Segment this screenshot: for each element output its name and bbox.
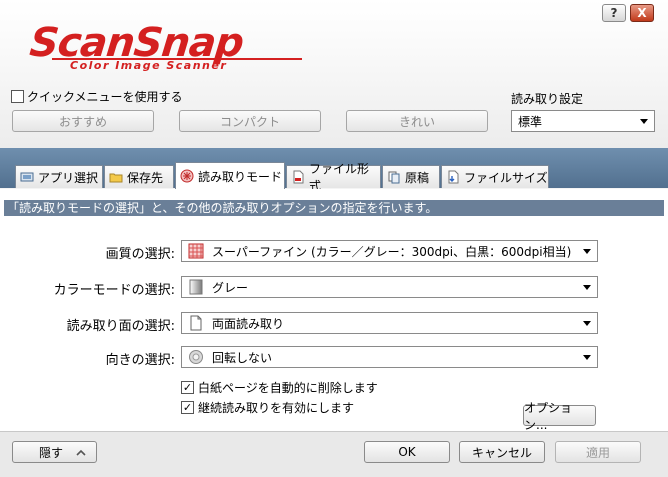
tab-file-size[interactable]: ファイルサイズ (441, 165, 549, 188)
scansnap-logo: ScanSnap Color Image Scanner (28, 20, 315, 74)
hide-button-label: 隠す (39, 445, 64, 460)
close-button[interactable]: X (630, 4, 654, 22)
apply-button[interactable]: 適用 (555, 441, 641, 463)
scan-side-select[interactable]: 両面読み取り (181, 312, 598, 334)
chevron-up-icon (76, 449, 86, 456)
file-format-icon (293, 170, 304, 184)
tab-app-select[interactable]: アプリ選択 (15, 165, 103, 188)
rotation-label: 向きの選択: (105, 353, 175, 368)
tab-scan-mode[interactable]: 読み取りモード (175, 162, 285, 189)
continuous-scan-checkbox[interactable]: ✓ (181, 401, 194, 414)
tab-label: アプリ選択 (38, 170, 99, 185)
app-select-icon (20, 172, 34, 182)
tab-label: 原稿 (405, 170, 430, 185)
tab-label: 保存先 (127, 170, 164, 185)
quick-menu-label: クイックメニューを使用する (27, 90, 183, 104)
recommended-button[interactable]: おすすめ (12, 110, 154, 132)
tab-save-location[interactable]: 保存先 (104, 165, 174, 188)
quick-menu-option[interactable]: クイックメニューを使用する (11, 88, 183, 105)
help-button[interactable]: ? (602, 4, 626, 22)
options-button[interactable]: オプション... (523, 401, 596, 432)
blank-page-removal-label: 白紙ページを自動的に削除します (198, 381, 378, 395)
scan-setting-select[interactable]: 標準 (511, 110, 655, 132)
file-size-icon (448, 170, 459, 184)
panel-description: 「読み取りモードの選択」と、その他の読み取りオプションの指定を行います。 (4, 200, 664, 216)
logo-tagline: Color Image Scanner (70, 59, 228, 72)
color-mode-select[interactable]: グレー (181, 276, 598, 298)
quality-label: 画質の選択: (105, 247, 175, 262)
rotation-value: 回転しない (212, 350, 273, 365)
folder-icon (109, 173, 123, 183)
quality-icon (188, 243, 204, 259)
cancel-button[interactable]: キャンセル (459, 441, 545, 463)
compact-button[interactable]: コンパクト (179, 110, 321, 132)
paper-icon (388, 171, 400, 184)
scan-side-value: 両面読み取り (212, 316, 285, 331)
quality-value: スーパーファイン (カラー／グレー：300dpi、白黒：600dpi相当) (212, 244, 572, 259)
color-mode-value: グレー (212, 280, 249, 295)
scansnap-settings-window: ? X ScanSnap Color Image Scanner クイックメニュ… (0, 0, 668, 477)
duplex-icon (190, 315, 202, 331)
scan-setting-label: 読み取り設定 (511, 92, 584, 106)
dropdown-arrow-icon (640, 119, 648, 124)
scan-side-label: 読み取り面の選択: (66, 319, 175, 334)
continuous-scan-option[interactable]: ✓ 継続読み取りを有効にします (181, 399, 354, 416)
color-mode-label: カラーモードの選択: (53, 283, 175, 298)
continuous-scan-label: 継続読み取りを有効にします (198, 401, 355, 415)
dropdown-arrow-icon (583, 321, 591, 326)
rotation-select[interactable]: 回転しない (181, 346, 598, 368)
quick-menu-checkbox[interactable] (11, 90, 24, 103)
tab-file-format[interactable]: ファイル形式 (286, 162, 381, 193)
scan-setting-value: 標準 (518, 114, 543, 129)
tab-label: ファイルサイズ (464, 170, 548, 185)
scan-mode-icon (180, 169, 194, 183)
quality-select[interactable]: スーパーファイン (カラー／グレー：300dpi、白黒：600dpi相当) (181, 240, 598, 262)
header: ? X ScanSnap Color Image Scanner クイックメニュ… (0, 0, 668, 148)
blank-page-removal-checkbox[interactable]: ✓ (181, 381, 194, 394)
gray-mode-icon (189, 279, 203, 295)
tab-paper[interactable]: 原稿 (382, 165, 440, 188)
blank-page-removal-option[interactable]: ✓ 白紙ページを自動的に削除します (181, 379, 378, 396)
tab-label: 読み取りモード (198, 169, 283, 184)
dropdown-arrow-icon (583, 355, 591, 360)
dropdown-arrow-icon (583, 249, 591, 254)
clean-button[interactable]: きれい (346, 110, 488, 132)
ok-button[interactable]: OK (364, 441, 450, 463)
hide-button[interactable]: 隠す (12, 441, 97, 463)
rotation-icon (189, 350, 203, 364)
dropdown-arrow-icon (583, 285, 591, 290)
